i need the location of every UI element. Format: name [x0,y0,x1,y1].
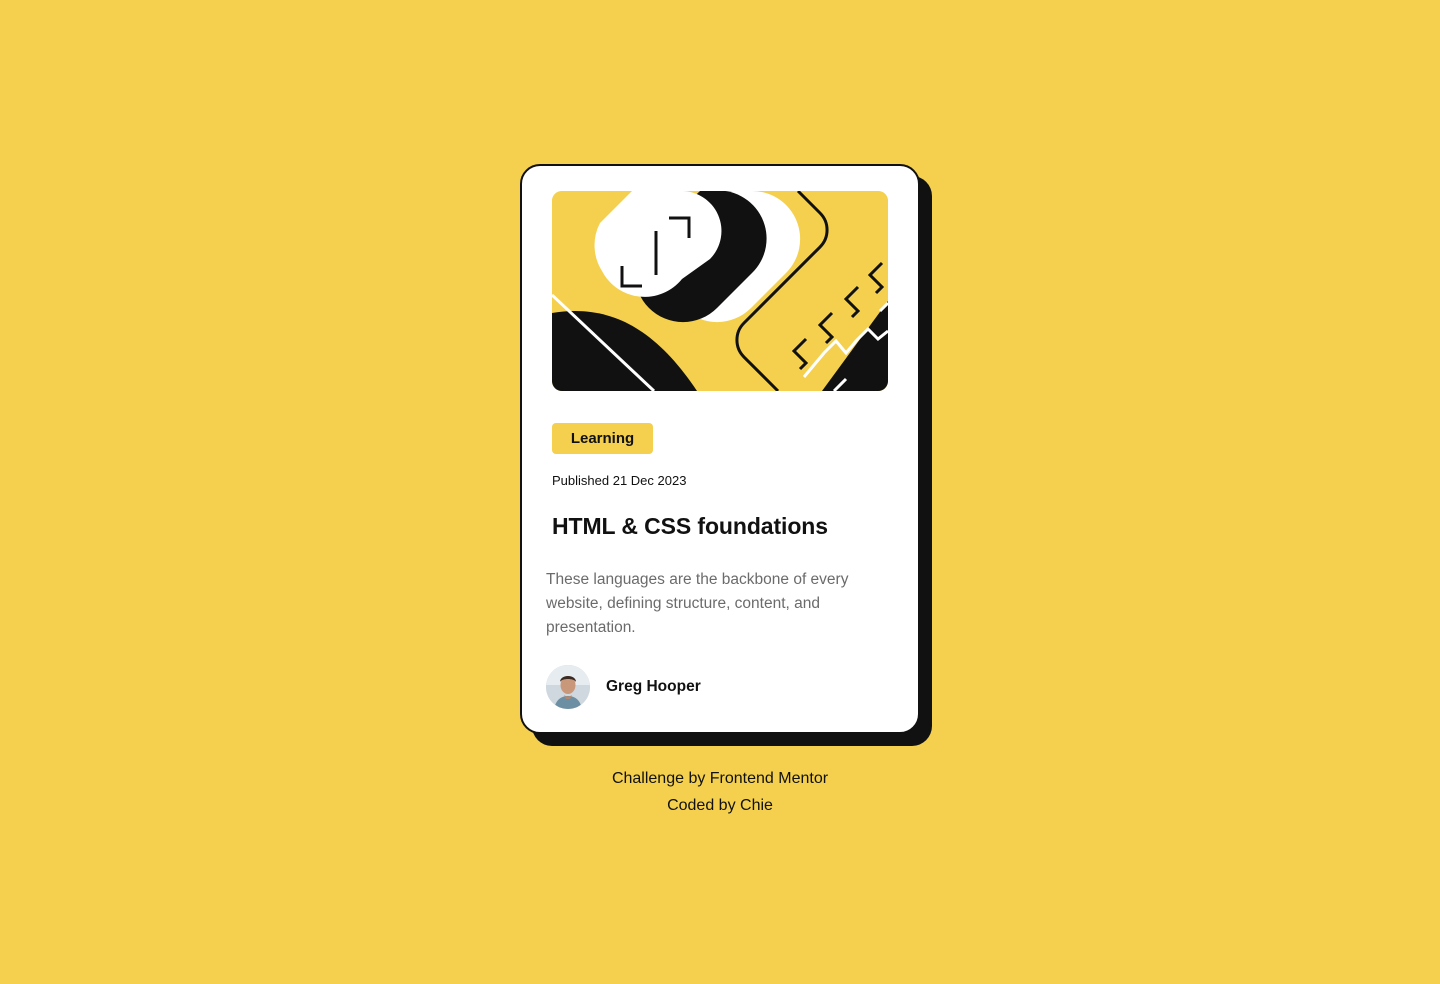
author-name: Greg Hooper [606,678,701,695]
hero-illustration [552,191,888,391]
card-description: These languages are the backbone of ever… [546,571,849,636]
author: Greg Hooper [546,665,701,709]
category-tag: Learning [552,423,653,454]
card-title[interactable]: HTML & CSS foundations [552,513,828,540]
published-date: Published 21 Dec 2023 [552,473,687,488]
avatar-photo-icon [546,665,590,709]
attribution-challenge[interactable]: Challenge by Frontend Mentor [0,765,1440,792]
avatar [546,665,590,709]
blog-preview-card: Learning Published 21 Dec 2023 HTML & CS… [520,164,920,734]
attribution: Challenge by Frontend Mentor Coded by Ch… [0,765,1440,819]
attribution-coder[interactable]: Coded by Chie [0,792,1440,819]
